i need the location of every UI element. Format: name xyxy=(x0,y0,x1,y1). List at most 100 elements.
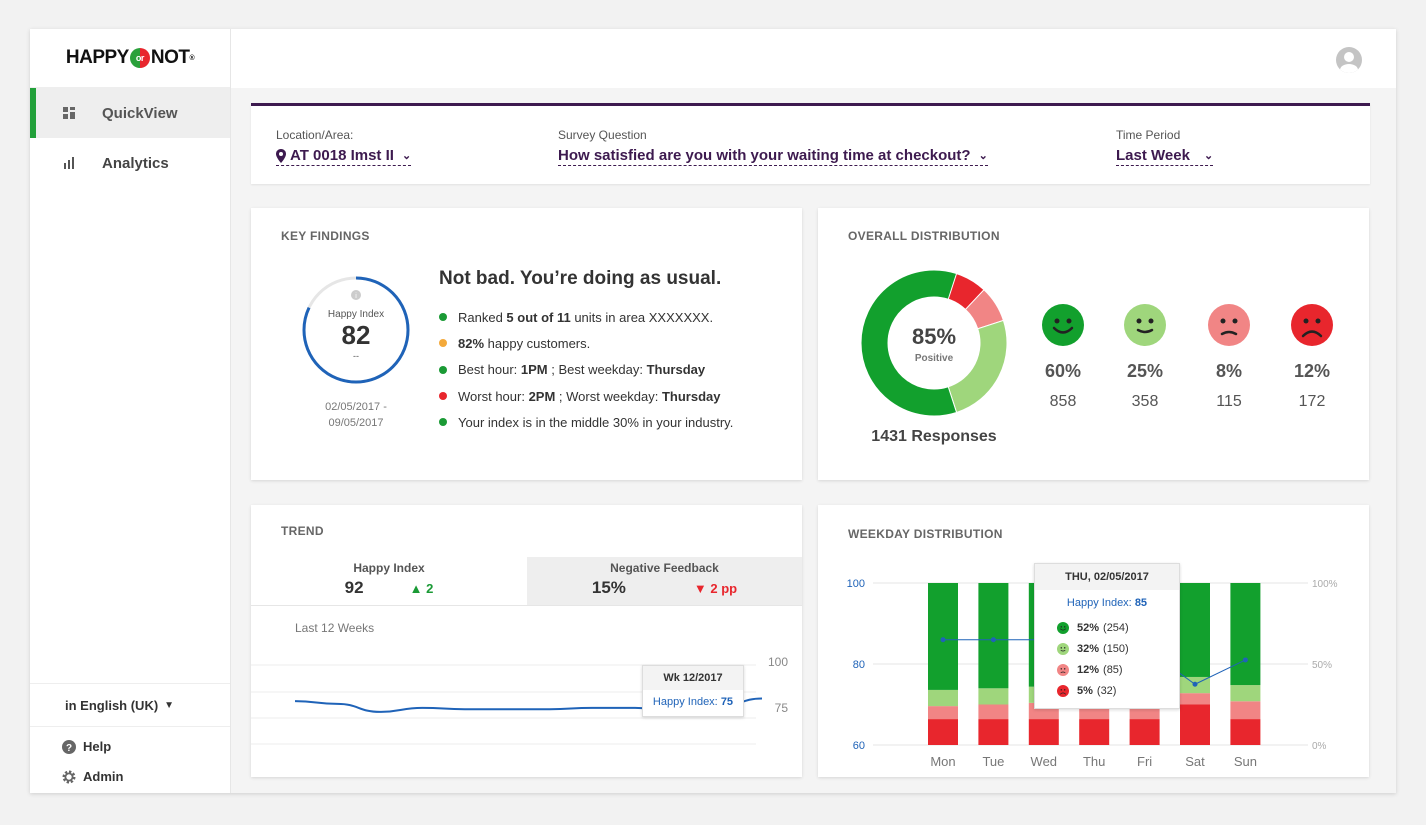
findings-list: Ranked 5 out of 11 units in area XXXXXXX… xyxy=(439,304,733,435)
very-happy-face-icon xyxy=(1042,304,1084,346)
findings-headline: Not bad. You’re doing as usual. xyxy=(439,268,722,289)
face-percentage: 8% xyxy=(1215,361,1242,381)
finding-fragment: Your index is in the middle 30% in your … xyxy=(458,414,734,430)
sidebar-item-quickview[interactable]: QuickView xyxy=(30,88,230,138)
status-dot xyxy=(439,365,447,374)
date-range-start: 02/05/2017 - xyxy=(325,401,387,413)
left-axis-tick: 60 xyxy=(853,740,865,752)
language-selector[interactable]: in English (UK) ▼ xyxy=(30,683,230,727)
finding-text: Worst hour: 2PM ; Worst weekday: Thursda… xyxy=(458,389,721,404)
trend-period-label: Last 12 Weeks xyxy=(295,621,375,635)
bar-segment-very-unhappy[interactable] xyxy=(1180,704,1210,746)
finding-item: Best hour: 1PM ; Best weekday: Thursday xyxy=(439,357,733,383)
trend-tooltip-title: Wk 12/2017 xyxy=(643,666,743,690)
finding-fragment: ; Worst weekday: xyxy=(555,388,662,404)
bar-segment-very-unhappy[interactable] xyxy=(1028,719,1059,745)
x-tick-label: Mon xyxy=(930,754,955,769)
happy-face-icon xyxy=(1057,642,1069,655)
negative-feedback-label: Negative Feedback xyxy=(610,561,719,575)
finding-highlight: 2PM xyxy=(528,388,556,404)
x-tick-label: Wed xyxy=(1031,754,1058,769)
finding-highlight: Thursday xyxy=(646,362,706,378)
left-axis-tick: 80 xyxy=(853,659,865,671)
trend-tooltip: Wk 12/2017 Happy Index: 75 xyxy=(642,665,744,717)
map-pin-icon xyxy=(276,148,286,163)
finding-text: Best hour: 1PM ; Best weekday: Thursday xyxy=(458,362,705,377)
weekday-distribution-card: WEEKDAY DISTRIBUTION 100 100% 80 50% 60 0% Mon… xyxy=(818,505,1369,777)
help-link[interactable]: ? Help xyxy=(62,739,111,754)
bar-segment-very-happy[interactable] xyxy=(928,583,958,690)
trend-tooltip-label: Happy Index: xyxy=(652,696,718,708)
card-title: WEEKDAY DISTRIBUTION xyxy=(848,527,1003,541)
weekday-tooltip-index-label: Happy Index: xyxy=(1066,597,1132,609)
happy-index-delta-value: 2 xyxy=(426,580,434,596)
finding-fragment: Best hour: xyxy=(458,362,521,378)
happy-index-tab[interactable]: Happy Index 92 ▲ 2 xyxy=(251,557,527,605)
avatar[interactable] xyxy=(1336,47,1362,73)
tooltip-row-pct: 52% xyxy=(1077,621,1100,634)
finding-item: Worst hour: 2PM ; Worst weekday: Thursda… xyxy=(439,383,733,409)
card-title: KEY FINDINGS xyxy=(281,229,370,243)
bar-chart-icon xyxy=(63,157,75,169)
location-filter-label: Location/Area: xyxy=(276,128,354,142)
finding-text: 82% happy customers. xyxy=(458,336,590,351)
responses-total: 1431 Responses xyxy=(871,428,997,445)
chevron-down-icon: ⌄ xyxy=(978,150,988,162)
date-range-end: 09/05/2017 xyxy=(328,417,384,429)
bar-segment-very-unhappy[interactable] xyxy=(1079,719,1110,745)
status-dot xyxy=(439,339,447,348)
gauge-value: 82 xyxy=(341,320,371,350)
status-dot xyxy=(439,313,447,322)
status-dot xyxy=(439,392,447,401)
finding-item: Your index is in the middle 30% in your … xyxy=(439,409,733,435)
bar-segment-happy[interactable] xyxy=(1230,685,1261,702)
chevron-down-icon: ⌄ xyxy=(401,150,412,162)
key-findings-card: KEY FINDINGS i Happy Index 82 -- 02/05/2… xyxy=(251,208,802,480)
brand-logo[interactable]: HAPPY or NOT ® xyxy=(30,29,230,88)
x-tick-label: Tue xyxy=(982,754,1004,769)
gauge-caption: Happy Index xyxy=(327,309,385,320)
x-tick-label: Sat xyxy=(1185,754,1205,769)
bar-segment-very-unhappy[interactable] xyxy=(1230,719,1261,745)
bar-segment-very-unhappy[interactable] xyxy=(928,719,958,745)
arrow-up-icon: ▲ xyxy=(409,580,423,596)
tooltip-row-count: (85) xyxy=(1103,663,1123,676)
face-count: 858 xyxy=(1049,393,1077,410)
bar-segment-very-unhappy[interactable] xyxy=(1129,719,1160,745)
period-filter-label: Time Period xyxy=(1116,128,1181,142)
bar-segment-unhappy[interactable] xyxy=(928,706,958,720)
bar-segment-unhappy[interactable] xyxy=(1180,693,1210,705)
question-dropdown[interactable]: How satisfied are you with your waiting … xyxy=(558,147,988,166)
period-dropdown[interactable]: Last Week ⌄ xyxy=(1116,147,1214,166)
weekday-tooltip: THU, 02/05/2017 Happy Index: 85 52% (254)… xyxy=(1034,563,1180,709)
logo-happy: HAPPY xyxy=(65,47,129,68)
face-count: 358 xyxy=(1131,393,1159,410)
bar-segment-unhappy[interactable] xyxy=(1230,701,1261,720)
bar-segment-happy[interactable] xyxy=(978,688,1009,705)
admin-link[interactable]: Admin xyxy=(62,769,123,784)
bar-segment-happy[interactable] xyxy=(928,689,958,707)
face-percentage: 25% xyxy=(1126,361,1164,381)
negative-feedback-tab[interactable]: Negative Feedback 15% ▼ 2 pp xyxy=(527,557,802,605)
bar-segment-unhappy[interactable] xyxy=(978,704,1009,720)
bar-segment-very-happy[interactable] xyxy=(1180,583,1210,677)
happy-index-point xyxy=(940,637,946,643)
location-dropdown[interactable]: AT 0018 Imst II ⌄ xyxy=(276,147,412,166)
donut-center-label: Positive xyxy=(914,353,954,364)
right-axis-tick: 0% xyxy=(1312,741,1327,752)
donut-center-pct: 85% xyxy=(911,324,957,349)
language-label: in English (UK) xyxy=(65,697,159,713)
bar-segment-very-happy[interactable] xyxy=(1230,583,1261,686)
weekday-tooltip-index: Happy Index: 85 xyxy=(1035,597,1179,617)
admin-label: Admin xyxy=(83,769,124,784)
sidebar-item-analytics[interactable]: Analytics xyxy=(30,138,230,188)
bar-segment-very-happy[interactable] xyxy=(978,583,1009,689)
question-filter-label: Survey Question xyxy=(558,128,647,142)
card-title: OVERALL DISTRIBUTION xyxy=(848,229,1000,243)
happy-index-point xyxy=(1242,657,1248,663)
happy-index-value: 92 xyxy=(344,578,364,597)
face-stat: 25% 358 xyxy=(1115,361,1175,411)
tooltip-row: 5% (32) xyxy=(1057,680,1179,701)
x-tick-label: Sun xyxy=(1234,754,1257,769)
bar-segment-very-unhappy[interactable] xyxy=(978,719,1009,745)
